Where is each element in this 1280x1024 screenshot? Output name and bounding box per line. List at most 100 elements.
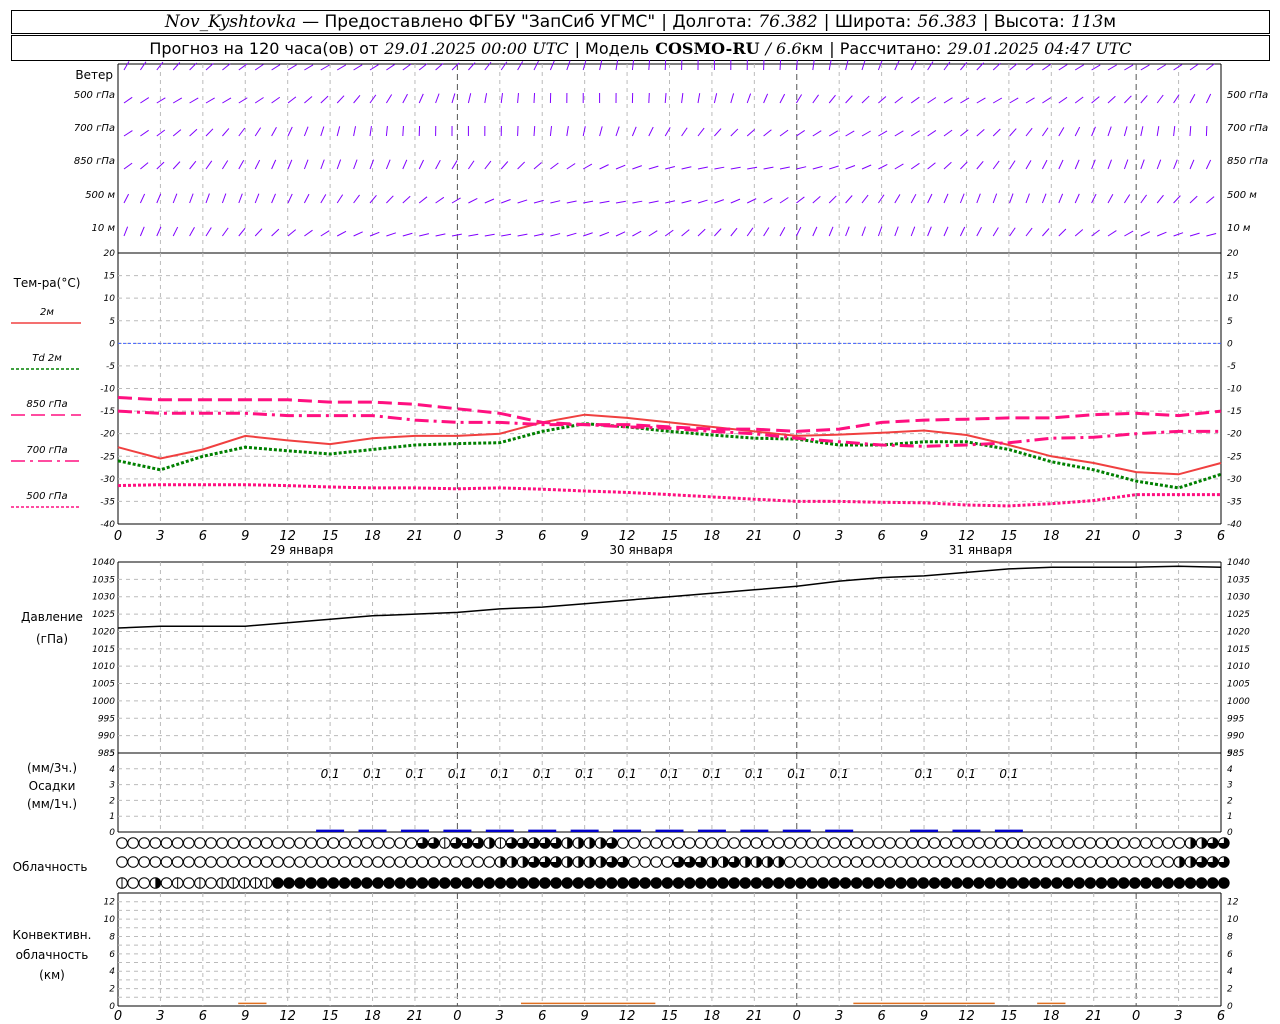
pressure-panel-ytick-right: 1015 xyxy=(1227,645,1250,655)
cloud-symbol xyxy=(372,856,384,868)
wind-barb xyxy=(172,226,179,237)
cloud-symbol xyxy=(1006,837,1019,849)
wind-barb xyxy=(779,59,782,71)
cloud-symbol xyxy=(372,837,384,849)
wind-barb xyxy=(812,60,815,71)
conv-panel-ytick-left: 12 xyxy=(104,898,116,908)
wind-barb xyxy=(812,165,823,170)
cloud-fill-half xyxy=(578,837,584,849)
cloud-symbol xyxy=(1062,856,1074,868)
cloud-symbol xyxy=(950,856,963,868)
wind-title: Ветер xyxy=(75,68,113,82)
conv-panel-ytick-right: 2 xyxy=(1227,985,1233,995)
wind-barb xyxy=(1140,126,1144,137)
cloud-fill-full xyxy=(884,877,896,889)
cloud-fill-full xyxy=(1118,877,1129,889)
cloud-symbol xyxy=(338,856,351,868)
legend-label: 2м xyxy=(40,307,54,318)
wind-barb xyxy=(566,200,577,204)
cloud-symbol xyxy=(249,856,262,868)
cloud-fill-half xyxy=(711,856,718,868)
wind-barb xyxy=(779,93,786,104)
wind-barb xyxy=(1189,159,1195,170)
wind-barb xyxy=(1074,193,1080,204)
cloud-fill-half xyxy=(567,837,573,849)
wind-barb xyxy=(648,59,651,71)
conv-panel-xtick: 0 xyxy=(793,1009,801,1024)
cloud-fill-half xyxy=(600,856,606,868)
wind-barb xyxy=(779,166,790,170)
temp-panel-xtick: 18 xyxy=(1043,529,1060,544)
wind-barb xyxy=(353,94,361,104)
precip-value-label: 0.1 xyxy=(999,767,1018,781)
cloud-fill-full xyxy=(851,877,862,889)
wind-barb xyxy=(386,64,395,71)
cloud-symbol xyxy=(962,837,974,849)
wind-barb xyxy=(271,193,276,204)
wind-barb xyxy=(1206,233,1217,237)
wind-barb xyxy=(1025,160,1032,170)
conv-title-1: Конвективн. xyxy=(13,928,92,942)
cloud-symbol xyxy=(661,837,674,849)
cloud-fill-half xyxy=(511,856,517,868)
temp-panel-ytick-right: 5 xyxy=(1227,317,1233,327)
wind-barb xyxy=(861,226,866,237)
cloud-symbol xyxy=(817,856,829,868)
wind-barb xyxy=(665,165,676,170)
cloud-symbol xyxy=(138,837,151,849)
conv-panel-xtick: 0 xyxy=(1132,1009,1140,1024)
wind-barb xyxy=(287,193,293,204)
wind-barb xyxy=(1042,63,1051,71)
cloud-symbol xyxy=(450,856,462,868)
temp-panel-ytick-right: -25 xyxy=(1227,452,1242,462)
wind-barb xyxy=(943,61,951,71)
precip-panel-ytick-right: 4 xyxy=(1227,765,1233,775)
cloud-symbol xyxy=(194,837,206,849)
wind-barb xyxy=(615,60,619,71)
wind-level-label-left: 500 м xyxy=(85,190,115,201)
cloud-symbol xyxy=(305,837,318,849)
cloud-symbol xyxy=(327,837,340,849)
wind-barb xyxy=(894,96,903,104)
day-label: 30 января xyxy=(609,543,672,557)
cloud-symbol xyxy=(483,856,496,868)
wind-barb xyxy=(402,93,408,104)
cloud-symbol xyxy=(294,837,306,849)
cloud-fill-full xyxy=(739,877,751,889)
wind-barb xyxy=(910,130,920,137)
wind-barb xyxy=(1189,232,1200,237)
wind-barb xyxy=(550,233,561,237)
temp-panel-ytick-right: -15 xyxy=(1227,407,1242,417)
cloud-symbol xyxy=(316,837,329,849)
day-label: 31 января xyxy=(949,543,1012,557)
precip-value-label: 0.1 xyxy=(363,767,382,781)
cloud-symbol xyxy=(1117,837,1130,849)
temp-panel-ytick-right: -35 xyxy=(1227,497,1242,507)
cloud-fill-full xyxy=(1218,877,1230,889)
cloud-fill-full xyxy=(305,877,317,889)
cloud-symbol xyxy=(973,837,985,849)
temp-panel-xtick: 3 xyxy=(1174,529,1182,544)
cloud-symbol xyxy=(761,837,774,849)
wind-barb xyxy=(992,193,998,204)
precip-panel-ytick-left: 5 xyxy=(109,749,115,759)
wind-barb xyxy=(1009,227,1016,237)
cloud-fill-full xyxy=(1207,877,1219,889)
precip-panel-ytick-left: 2 xyxy=(109,796,115,806)
cloud-fill-full xyxy=(339,877,350,889)
wind-barb xyxy=(386,232,397,237)
pressure-panel-ytick-left: 1005 xyxy=(92,680,115,690)
wind-barb xyxy=(697,127,705,137)
pressure-panel-ytick-left: 1010 xyxy=(92,662,115,672)
conv-panel-xtick: 3 xyxy=(496,1009,504,1024)
precip-bar xyxy=(613,829,642,832)
cloud-symbol xyxy=(182,877,195,889)
cloud-fill-full xyxy=(695,877,707,889)
precip-value-label: 0.1 xyxy=(660,767,679,781)
wind-barb xyxy=(599,164,609,170)
wind-barb xyxy=(468,198,478,204)
wind-barb xyxy=(517,61,524,71)
cloud-symbol xyxy=(1006,856,1019,868)
precip-bar xyxy=(400,829,429,832)
precip-bar xyxy=(655,829,684,832)
